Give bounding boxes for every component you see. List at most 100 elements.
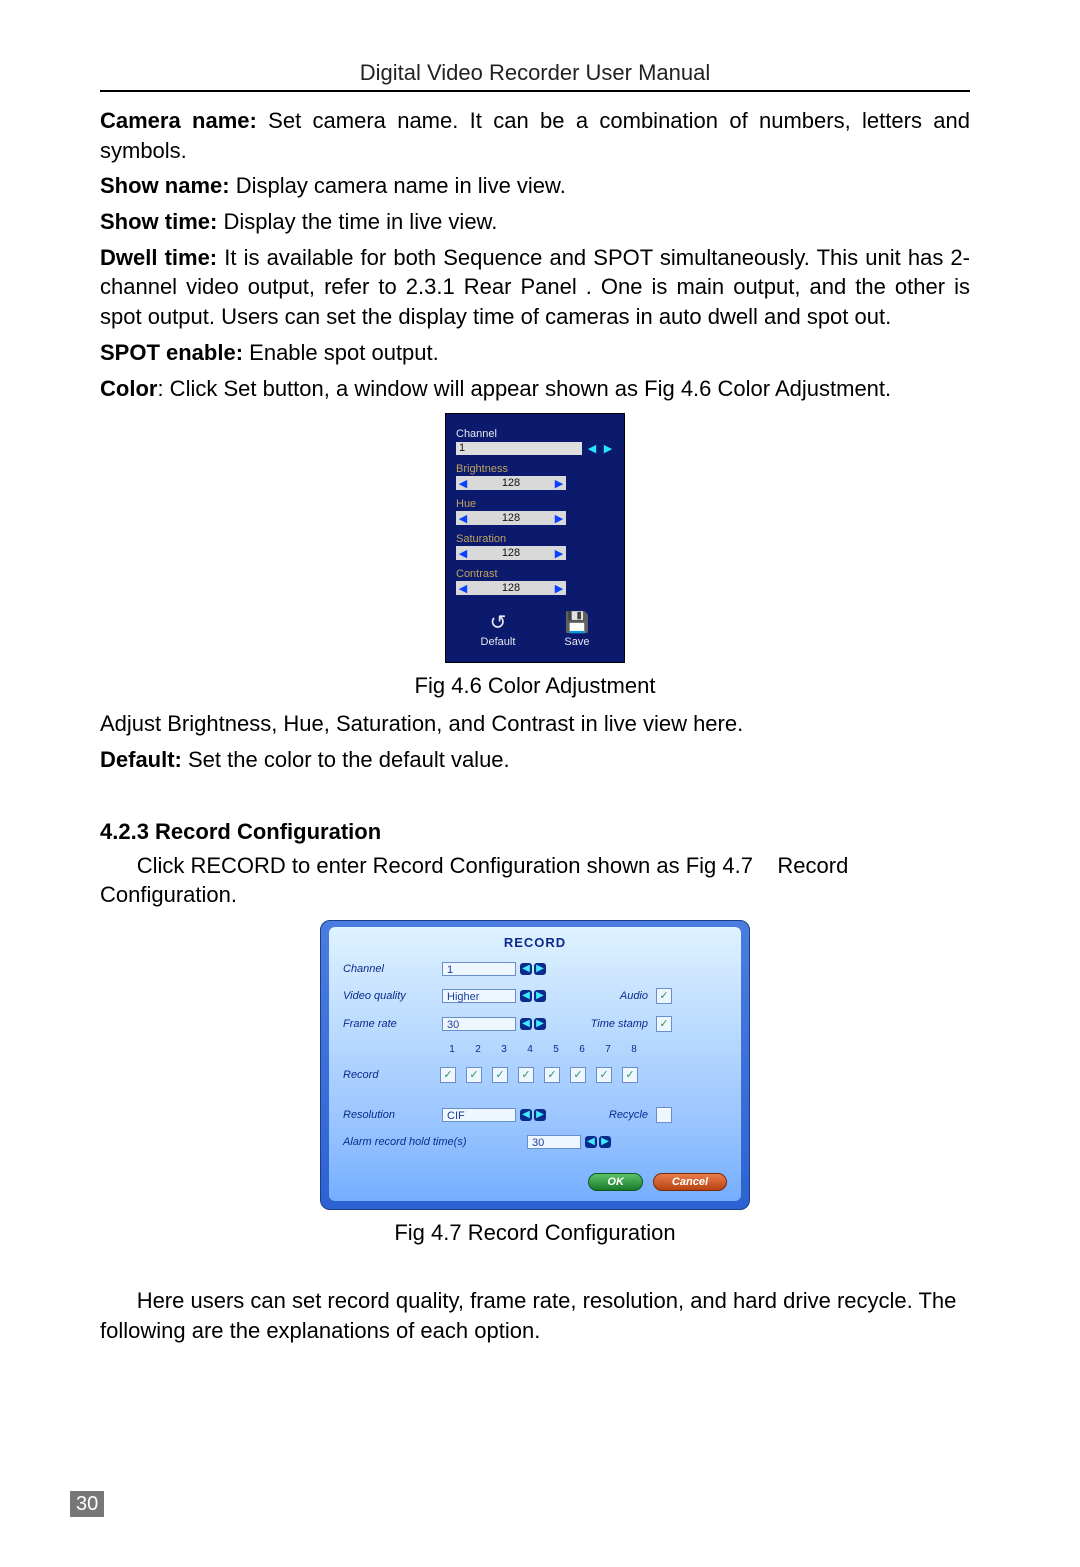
alarm-hold-dec-icon[interactable]: ◀	[585, 1136, 597, 1148]
frame-rate-inc-icon[interactable]: ▶	[534, 1018, 546, 1030]
default-button[interactable]: ↺ Default	[481, 613, 516, 648]
def-spot-enable: SPOT enable: Enable spot output.	[100, 338, 970, 368]
def-color-text: : Click Set button, a window will appear…	[157, 376, 891, 401]
header-rule	[100, 90, 970, 92]
contrast-dec-icon[interactable]: ◀	[458, 582, 468, 595]
video-quality-dec-icon[interactable]: ◀	[520, 990, 532, 1002]
resolution-inc-icon[interactable]: ▶	[534, 1109, 546, 1121]
audio-label: Audio	[558, 990, 652, 1002]
record-check-2[interactable]: ✓	[466, 1067, 482, 1083]
brightness-inc-icon[interactable]: ▶	[554, 477, 564, 490]
reset-icon: ↺	[490, 613, 507, 633]
resolution-label: Resolution	[343, 1109, 438, 1121]
col-3: 3	[492, 1044, 516, 1055]
closing-para: Here users can set record quality, frame…	[100, 1286, 970, 1345]
def-default: Default: Set the color to the default va…	[100, 745, 970, 775]
save-button[interactable]: 💾 Save	[564, 613, 589, 648]
def-dwell-time: Dwell time: It is available for both Seq…	[100, 243, 970, 332]
def-camera-name: Camera name: Set camera name. It can be …	[100, 106, 970, 165]
fig-4-6-wrap: Channel 1 ◀ ▶ Brightness ◀ 128 ▶ Hue ◀ 1…	[100, 413, 970, 663]
def-default-label: Default:	[100, 747, 182, 772]
channel-next-icon[interactable]: ▶	[602, 443, 614, 455]
save-icon: 💾	[564, 613, 589, 633]
def-camera-name-label: Camera name:	[100, 108, 257, 133]
record-check-8[interactable]: ✓	[622, 1067, 638, 1083]
record-check-7[interactable]: ✓	[596, 1067, 612, 1083]
def-color-label: Color	[100, 376, 157, 401]
frame-rate-dec-icon[interactable]: ◀	[520, 1018, 532, 1030]
col-8: 8	[622, 1044, 646, 1055]
fig-4-6-caption: Fig 4.6 Color Adjustment	[100, 673, 970, 699]
video-quality-field[interactable]: Higher	[442, 989, 516, 1003]
manual-page: Digital Video Recorder User Manual Camer…	[0, 0, 1080, 1567]
page-number: 30	[70, 1491, 104, 1517]
alarm-hold-field[interactable]: 30	[527, 1135, 581, 1149]
channel-field[interactable]: 1	[442, 962, 516, 976]
color-adjustment-panel: Channel 1 ◀ ▶ Brightness ◀ 128 ▶ Hue ◀ 1…	[445, 413, 625, 663]
contrast-label: Contrast	[456, 568, 614, 580]
hue-label: Hue	[456, 498, 614, 510]
def-show-name-text: Display camera name in live view.	[230, 173, 566, 198]
channel-value[interactable]: 1	[456, 442, 582, 455]
section-4-2-3-intro: Click RECORD to enter Record Configurati…	[100, 851, 970, 910]
time-stamp-checkbox[interactable]: ✓	[656, 1016, 672, 1032]
default-button-label: Default	[481, 636, 516, 648]
brightness-value[interactable]: 128	[470, 476, 552, 490]
video-quality-inc-icon[interactable]: ▶	[534, 990, 546, 1002]
def-dwell-time-text: It is available for both Sequence and SP…	[100, 245, 970, 329]
alarm-hold-label: Alarm record hold time(s)	[343, 1136, 523, 1148]
resolution-field[interactable]: CIF	[442, 1108, 516, 1122]
saturation-dec-icon[interactable]: ◀	[458, 547, 468, 560]
channel-inc-icon[interactable]: ▶	[534, 963, 546, 975]
col-2: 2	[466, 1044, 490, 1055]
alarm-hold-inc-icon[interactable]: ▶	[599, 1136, 611, 1148]
contrast-row: ◀ 128 ▶	[456, 581, 566, 595]
col-5: 5	[544, 1044, 568, 1055]
channel-dec-icon[interactable]: ◀	[520, 963, 532, 975]
col-4: 4	[518, 1044, 542, 1055]
recycle-checkbox[interactable]	[656, 1107, 672, 1123]
record-check-3[interactable]: ✓	[492, 1067, 508, 1083]
section-4-2-3-heading: 4.2.3 Record Configuration	[100, 819, 970, 845]
record-title: RECORD	[343, 935, 727, 950]
cancel-button[interactable]: Cancel	[653, 1173, 727, 1191]
saturation-value[interactable]: 128	[470, 546, 552, 560]
def-color: Color: Click Set button, a window will a…	[100, 374, 970, 404]
record-check-5[interactable]: ✓	[544, 1067, 560, 1083]
contrast-inc-icon[interactable]: ▶	[554, 582, 564, 595]
record-label: Record	[343, 1069, 438, 1081]
saturation-row: ◀ 128 ▶	[456, 546, 566, 560]
def-show-name: Show name: Display camera name in live v…	[100, 171, 970, 201]
def-show-name-label: Show name:	[100, 173, 230, 198]
saturation-inc-icon[interactable]: ▶	[554, 547, 564, 560]
channel-label-r: Channel	[343, 963, 438, 975]
channel-label: Channel	[456, 428, 614, 440]
fig-4-7-wrap: RECORD Channel 1 ◀ ▶ Video quality Highe…	[100, 920, 970, 1210]
def-default-text: Set the color to the default value.	[182, 747, 510, 772]
col-7: 7	[596, 1044, 620, 1055]
frame-rate-field[interactable]: 30	[442, 1017, 516, 1031]
record-check-1[interactable]: ✓	[440, 1067, 456, 1083]
hue-inc-icon[interactable]: ▶	[554, 512, 564, 525]
channel-prev-icon[interactable]: ◀	[586, 443, 598, 455]
record-check-6[interactable]: ✓	[570, 1067, 586, 1083]
hue-value[interactable]: 128	[470, 511, 552, 525]
time-stamp-label: Time stamp	[558, 1018, 652, 1030]
page-header: Digital Video Recorder User Manual	[100, 60, 970, 86]
def-spot-enable-text: Enable spot output.	[243, 340, 439, 365]
record-check-4[interactable]: ✓	[518, 1067, 534, 1083]
video-quality-label: Video quality	[343, 990, 438, 1002]
save-button-label: Save	[564, 636, 589, 648]
def-show-time-label: Show time:	[100, 209, 217, 234]
def-dwell-time-label: Dwell time:	[100, 245, 217, 270]
adjust-line: Adjust Brightness, Hue, Saturation, and …	[100, 709, 970, 739]
resolution-dec-icon[interactable]: ◀	[520, 1109, 532, 1121]
contrast-value[interactable]: 128	[470, 581, 552, 595]
audio-checkbox[interactable]: ✓	[656, 988, 672, 1004]
ok-button[interactable]: OK	[588, 1173, 643, 1191]
hue-dec-icon[interactable]: ◀	[458, 512, 468, 525]
record-col-numbers: 1 2 3 4 5 6 7 8	[343, 1044, 727, 1055]
brightness-dec-icon[interactable]: ◀	[458, 477, 468, 490]
fig-4-7-caption: Fig 4.7 Record Configuration	[100, 1220, 970, 1246]
record-panel: RECORD Channel 1 ◀ ▶ Video quality Highe…	[320, 920, 750, 1210]
